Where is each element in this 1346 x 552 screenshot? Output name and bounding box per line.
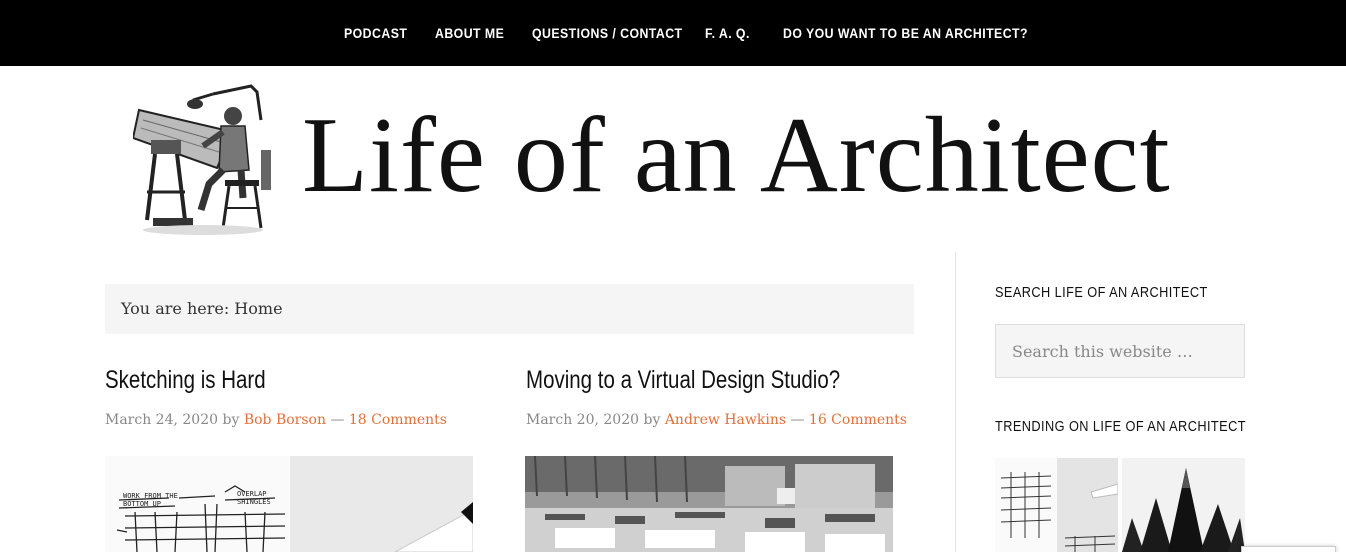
post-thumbnail-sketching[interactable]: WORK FROM THE BOTTOM UP OVERLAP SHINGLES (105, 456, 473, 552)
trending-thumbnail-sketch[interactable] (995, 458, 1118, 552)
nav-item-about-me[interactable]: ABOUT ME (435, 25, 504, 41)
architect-drafting-table-icon[interactable] (131, 80, 283, 244)
post-date: March 24, 2020 (105, 412, 219, 428)
svg-text:WORK FROM THE: WORK FROM THE (123, 492, 178, 500)
post-meta-sketching: March 24, 2020 by Bob Borson — 18 Commen… (105, 412, 447, 428)
nav-item-questions-contact[interactable]: QUESTIONS / CONTACT (532, 25, 683, 41)
content-sidebar-divider (955, 252, 956, 552)
floating-widget-tab[interactable] (1241, 546, 1336, 552)
trending-thumbnail-pencils[interactable] (1122, 458, 1245, 552)
svg-text:SHINGLES: SHINGLES (237, 498, 271, 506)
post-by: by (222, 412, 240, 428)
top-navigation: PODCAST ABOUT ME QUESTIONS / CONTACT F. … (0, 0, 1346, 66)
post-meta-virtual-studio: March 20, 2020 by Andrew Hawkins — 16 Co… (526, 412, 907, 428)
post-author-link[interactable]: Andrew Hawkins (665, 412, 786, 428)
nav-item-podcast[interactable]: PODCAST (344, 25, 407, 41)
search-input[interactable] (995, 324, 1245, 378)
post-separator: — (330, 412, 345, 428)
trending-widget-title: TRENDING ON LIFE OF AN ARCHITECT (995, 418, 1246, 435)
post-separator: — (790, 412, 805, 428)
svg-text:BOTTOM UP: BOTTOM UP (123, 500, 161, 508)
post-title-virtual-studio[interactable]: Moving to a Virtual Design Studio? (526, 366, 840, 395)
svg-text:OVERLAP: OVERLAP (237, 490, 267, 498)
nav-item-be-an-architect[interactable]: DO YOU WANT TO BE AN ARCHITECT? (783, 25, 1028, 41)
search-widget-title: SEARCH LIFE OF AN ARCHITECT (995, 284, 1208, 301)
post-date: March 20, 2020 (526, 412, 640, 428)
post-by: by (643, 412, 661, 428)
post-thumbnail-virtual-studio[interactable] (525, 456, 893, 552)
post-title-sketching[interactable]: Sketching is Hard (105, 366, 266, 395)
site-title[interactable]: Life of an Architect (302, 96, 1171, 216)
breadcrumb: You are here: Home (105, 284, 914, 334)
nav-item-faq[interactable]: F. A. Q. (705, 25, 750, 41)
post-comments-link[interactable]: 18 Comments (349, 412, 447, 428)
post-comments-link[interactable]: 16 Comments (809, 412, 907, 428)
post-author-link[interactable]: Bob Borson (244, 412, 326, 428)
